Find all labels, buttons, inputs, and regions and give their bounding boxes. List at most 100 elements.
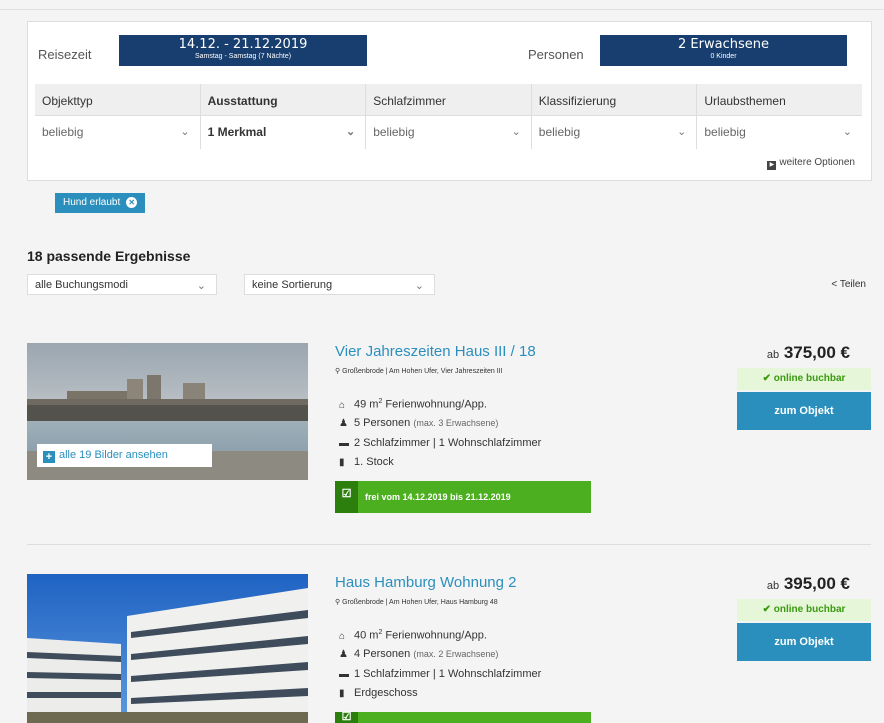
active-filter-tag[interactable]: Hund erlaubt ✕ [55, 193, 146, 213]
bed-icon: ▬ [339, 438, 349, 449]
gallery-button[interactable]: + alle 19 Bilder ansehen [37, 444, 212, 467]
persons-value: 5 Personen [354, 417, 411, 429]
price-prefix: ab [766, 349, 780, 361]
filter-label: Ausstattung [200, 84, 366, 116]
floor-value: Erdgeschoss [354, 687, 418, 699]
availability-bar: ☑ [335, 712, 591, 723]
listing-card: + alle 19 Bilder ansehen Vier Jahreszeite… [27, 343, 871, 533]
area-value: 40 m [354, 629, 379, 642]
chevron-down-icon: ⌄ [196, 280, 206, 292]
map-pin-icon: ⚲ [335, 368, 341, 375]
location-text: Großenbrode | Am Hohen Ufer, Haus Hambur… [342, 599, 498, 606]
filter-select-objekttyp[interactable]: beliebig ⌄ [35, 116, 200, 149]
filter-objekttyp: Objekttyp beliebig ⌄ [35, 84, 201, 149]
chevron-down-icon: ⌄ [414, 280, 424, 292]
area-value: 49 m [354, 398, 379, 411]
view-property-button[interactable]: zum Objekt [737, 392, 871, 430]
gallery-label: alle 19 Bilder ansehen [59, 449, 168, 461]
close-icon[interactable]: ✕ [126, 197, 138, 208]
filter-select-klassifizierung[interactable]: beliebig ⌄ [532, 116, 697, 149]
home-icon: ⌂ [339, 630, 346, 642]
listing-card: Haus Hamburg Wohnung 2 ⚲ Großenbrode | A… [27, 574, 871, 723]
top-divider [0, 9, 884, 10]
check-icon: ✔ [762, 373, 771, 384]
check-square-icon: ☑ [335, 712, 358, 723]
filter-klassifizierung: Klassifizierung beliebig ⌄ [531, 84, 698, 149]
online-text: online buchbar [773, 604, 846, 615]
filter-schlafzimmer: Schlafzimmer beliebig ⌄ [366, 84, 532, 149]
booking-mode-value: alle Buchungsmodi [35, 279, 128, 291]
check-square-icon: ☑ [335, 481, 358, 513]
listing-location: ⚲ Großenbrode | Am Hohen Ufer, Vier Jahr… [335, 367, 503, 375]
filter-select-urlaubsthemen[interactable]: beliebig ⌄ [697, 116, 862, 149]
feature-rooms: ▬ 1 Schlafzimmer | 1 Wohnschlafzimmer [339, 668, 541, 680]
listing-price: ab 395,00 € [767, 574, 850, 594]
listing-title[interactable]: Vier Jahreszeiten Haus III / 18 [335, 343, 536, 360]
listing-photo[interactable] [27, 574, 308, 723]
listing-divider [27, 544, 871, 545]
search-panel: Reisezeit 14.12. - 21.12.2019 Samstag - … [27, 21, 872, 181]
filter-value: beliebig [704, 125, 746, 139]
filter-label: Objekttyp [35, 84, 200, 116]
more-options-label: weitere Optionen [779, 157, 855, 168]
share-button[interactable]: < Teilen [831, 279, 866, 290]
persons-picker[interactable]: 2 Erwachsene 0 Kinder [600, 35, 847, 66]
plus-icon: + [43, 451, 55, 463]
rooms-value: 1 Schlafzimmer | 1 Wohnschlafzimmer [354, 668, 542, 680]
filter-ausstattung: Ausstattung 1 Merkmal ⌄ [200, 84, 367, 149]
sorting-value: keine Sortierung [252, 279, 333, 291]
price-value: 375,00 € [783, 343, 850, 362]
date-range-sub: Samstag - Samstag (7 Nächte) [194, 53, 292, 60]
filter-label: Urlaubsthemen [697, 84, 862, 116]
photo-apartment-building [27, 574, 308, 723]
view-property-button[interactable]: zum Objekt [737, 623, 871, 661]
online-text: online buchbar [773, 373, 846, 384]
sorting-select[interactable]: keine Sortierung ⌄ [244, 274, 435, 295]
map-pin-icon: ⚲ [335, 599, 341, 606]
feature-floor: ▮ Erdgeschoss [339, 687, 418, 699]
listing-title[interactable]: Haus Hamburg Wohnung 2 [335, 574, 517, 591]
chevron-down-icon: ⌄ [677, 126, 687, 138]
building-icon: ▮ [339, 457, 345, 468]
reisezeit-label: Reisezeit [38, 47, 92, 62]
filter-value: 1 Merkmal [207, 125, 267, 139]
filter-value: beliebig [538, 125, 581, 139]
filter-select-schlafzimmer[interactable]: beliebig ⌄ [366, 116, 531, 149]
feature-rooms: ▬ 2 Schlafzimmer | 1 Wohnschlafzimmer [339, 437, 541, 449]
online-bookable-badge: ✔ online buchbar [737, 599, 871, 621]
chevron-down-icon: ⌄ [180, 126, 190, 138]
online-bookable-badge: ✔ online buchbar [737, 368, 871, 390]
availability-text: frei vom 14.12.2019 bis 21.12.2019 [365, 492, 511, 502]
chevron-down-icon: ⌄ [511, 126, 521, 138]
feature-persons: ♟ 4 Personen (max. 2 Erwachsene) [339, 648, 498, 660]
more-options-link[interactable]: ▶ weitere Optionen [767, 157, 855, 170]
date-range-picker[interactable]: 14.12. - 21.12.2019 Samstag - Samstag (7… [119, 35, 367, 66]
filter-row: Objekttyp beliebig ⌄ Ausstattung 1 Merkma… [35, 84, 862, 149]
filter-value: beliebig [373, 125, 415, 139]
filter-value: beliebig [42, 125, 84, 139]
building-icon: ▮ [339, 688, 345, 699]
booking-mode-select[interactable]: alle Buchungsmodi ⌄ [27, 274, 217, 295]
price-prefix: ab [766, 580, 780, 592]
listing-photo[interactable]: + alle 19 Bilder ansehen [27, 343, 308, 480]
chevron-down-icon: ⌄ [842, 126, 852, 138]
results-count-title: 18 passende Ergebnisse [27, 248, 191, 264]
persons-value: 2 Erwachsene [678, 37, 769, 52]
check-icon: ✔ [762, 604, 771, 615]
share-label: Teilen [839, 279, 866, 290]
play-icon: ▶ [767, 161, 777, 170]
rooms-value: 2 Schlafzimmer | 1 Wohnschlafzimmer [354, 437, 542, 449]
persons-max: (max. 3 Erwachsene) [413, 418, 499, 428]
date-range-value: 14.12. - 21.12.2019 [178, 37, 308, 52]
listing-price: ab 375,00 € [767, 343, 850, 363]
persons-max: (max. 2 Erwachsene) [413, 649, 499, 659]
persons-sub: 0 Kinder [710, 53, 737, 60]
chevron-down-icon: ⌄ [345, 126, 356, 138]
filter-select-ausstattung[interactable]: 1 Merkmal ⌄ [201, 116, 366, 149]
tag-label: Hund erlaubt [63, 197, 121, 208]
feature-floor: ▮ 1. Stock [339, 456, 394, 468]
listing-location: ⚲ Großenbrode | Am Hohen Ufer, Haus Hamb… [335, 598, 498, 606]
home-icon: ⌂ [339, 399, 346, 411]
filter-label: Schlafzimmer [366, 84, 531, 116]
price-value: 395,00 € [783, 574, 850, 593]
